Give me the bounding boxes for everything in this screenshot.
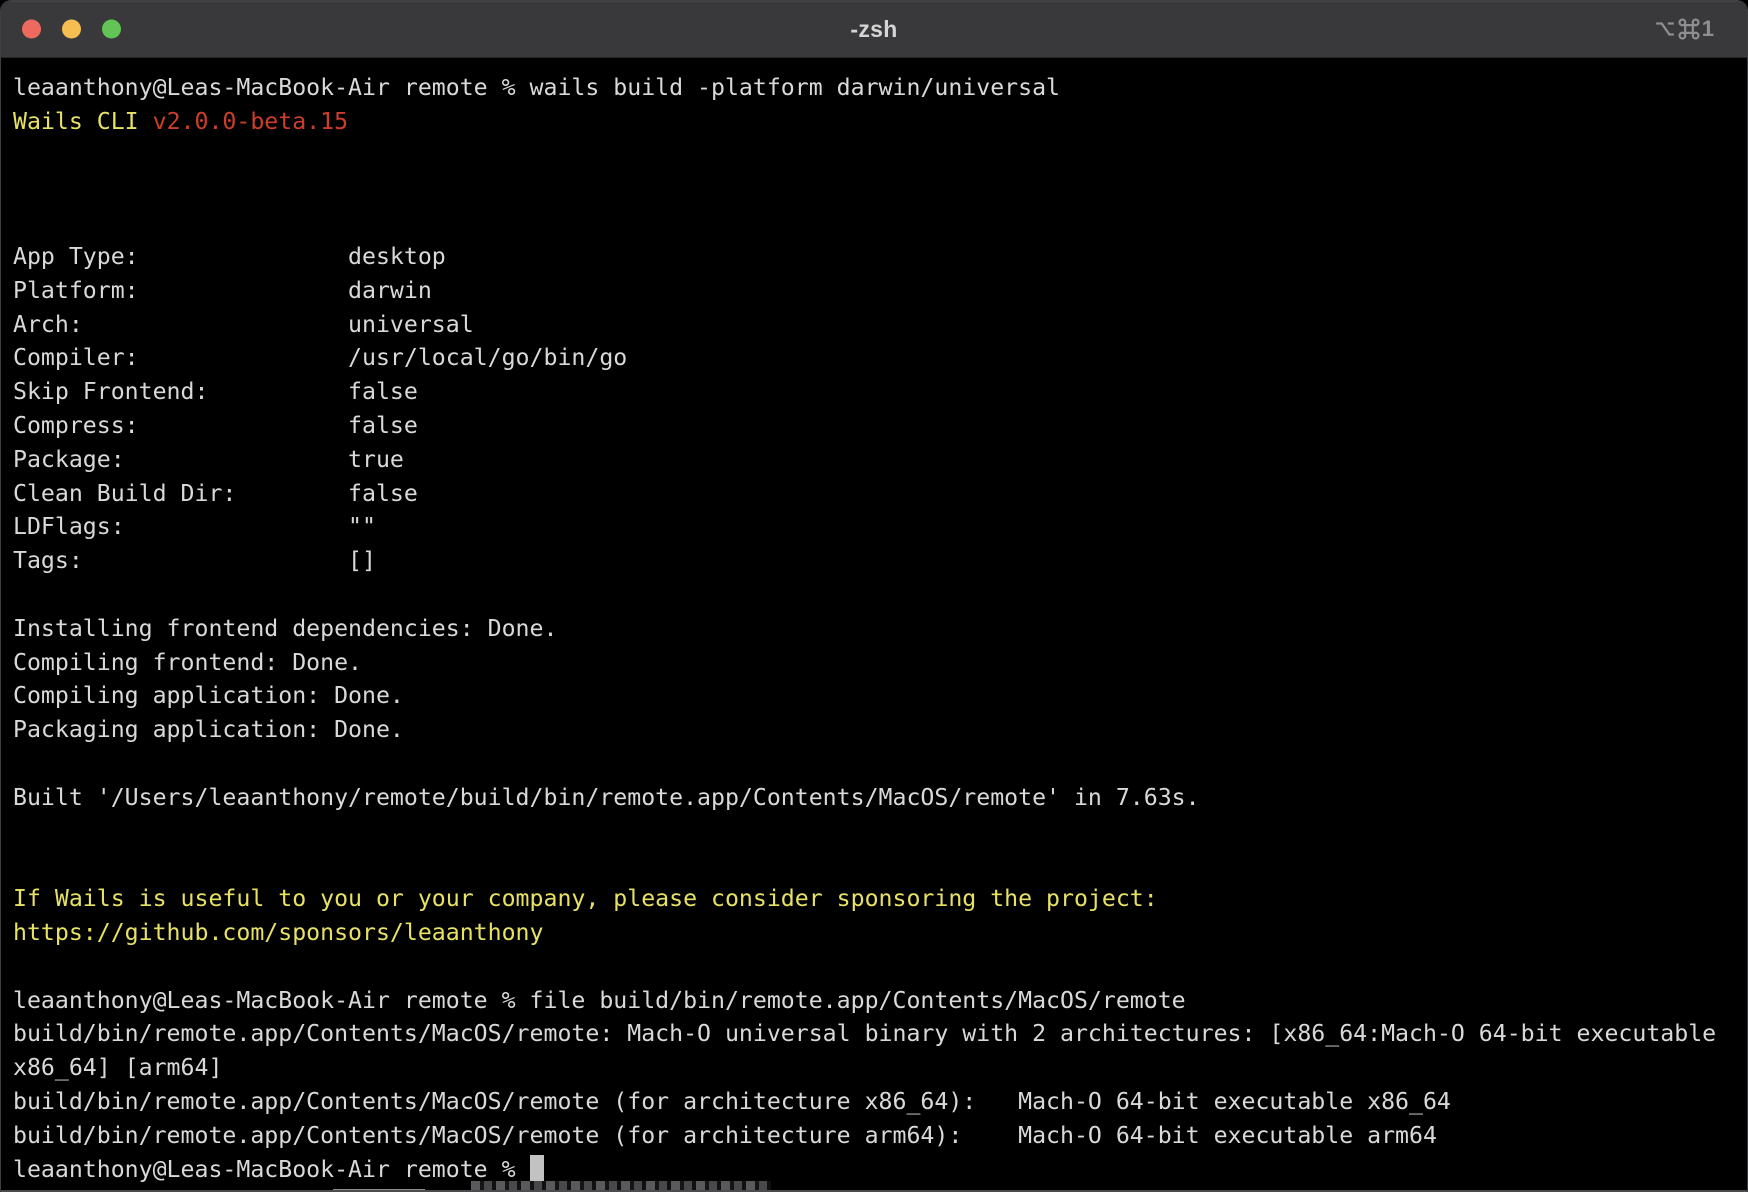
terminal-text: LDFlags: "" [13, 513, 376, 540]
terminal-line: Arch: universal [13, 308, 1747, 342]
terminal-line [13, 139, 1747, 173]
window-title: -zsh [850, 16, 897, 43]
terminal-line: leaanthony@Leas-MacBook-Air remote % wai… [13, 71, 1747, 105]
command-key-icon [1678, 18, 1700, 40]
terminal-line: build/bin/remote.app/Contents/MacOS/remo… [13, 1085, 1747, 1119]
terminal-text: v2.0.0-beta.15 [153, 108, 348, 135]
tab-shortcut-hint: 1 [1654, 16, 1714, 42]
terminal-text: Wails CLI [13, 108, 153, 135]
terminal-line: Skip Frontend: false [13, 375, 1747, 409]
terminal-text: Packaging application: Done. [13, 716, 404, 743]
terminal-cursor [530, 1155, 544, 1182]
terminal-text: leaanthony@Leas-MacBook-Air remote % fil… [13, 987, 1186, 1014]
terminal-line: x86_64] [arm64] [13, 1051, 1747, 1085]
tab-number: 1 [1702, 16, 1714, 42]
terminal-line: build/bin/remote.app/Contents/MacOS/remo… [13, 1017, 1747, 1051]
terminal-text: Compiling application: Done. [13, 682, 404, 709]
terminal-text: Platform: darwin [13, 277, 432, 304]
terminal-line: Tags: [] [13, 544, 1747, 578]
terminal-text: Compiler: /usr/local/go/bin/go [13, 344, 627, 371]
terminal-line: If Wails is useful to you or your compan… [13, 882, 1747, 916]
terminal-text: leaanthony@Leas-MacBook-Air remote % [13, 1156, 530, 1183]
terminal-line: Compiling frontend: Done. [13, 646, 1747, 680]
option-key-icon [1654, 18, 1676, 40]
terminal-line [13, 747, 1747, 781]
terminal-window: -zsh 1 leaanthony@Leas-MacBook-Air remot… [0, 0, 1748, 1192]
terminal-text: Compress: false [13, 412, 418, 439]
minimize-button[interactable] [62, 20, 81, 39]
terminal-text: Tags: [] [13, 547, 376, 574]
terminal-text: If Wails is useful to you or your compan… [13, 885, 1158, 912]
terminal-line: LDFlags: "" [13, 510, 1747, 544]
terminal-line [13, 815, 1747, 849]
terminal-line [13, 206, 1747, 240]
terminal-line [13, 848, 1747, 882]
terminal-line: Installing frontend dependencies: Done. [13, 612, 1747, 646]
terminal-line: Compiling application: Done. [13, 679, 1747, 713]
background-window-artifact [471, 1181, 771, 1190]
terminal-line [13, 578, 1747, 612]
close-button[interactable] [22, 20, 41, 39]
terminal-text: Skip Frontend: false [13, 378, 418, 405]
terminal-text: Installing frontend dependencies: Done. [13, 615, 557, 642]
terminal-output[interactable]: leaanthony@Leas-MacBook-Air remote % wai… [1, 58, 1747, 1186]
terminal-text: App Type: desktop [13, 243, 446, 270]
terminal-text: build/bin/remote.app/Contents/MacOS/remo… [13, 1088, 1451, 1115]
terminal-line: leaanthony@Leas-MacBook-Air remote % fil… [13, 984, 1747, 1018]
terminal-line: https://github.com/sponsors/leaanthony [13, 916, 1747, 950]
terminal-line: Compress: false [13, 409, 1747, 443]
terminal-line: Compiler: /usr/local/go/bin/go [13, 341, 1747, 375]
terminal-line: Clean Build Dir: false [13, 477, 1747, 511]
terminal-text: Package: true [13, 446, 404, 473]
terminal-line: build/bin/remote.app/Contents/MacOS/remo… [13, 1119, 1747, 1153]
terminal-line: Wails CLI v2.0.0-beta.15 [13, 105, 1747, 139]
terminal-text: Built '/Users/leaanthony/remote/build/bi… [13, 784, 1200, 811]
terminal-text: Clean Build Dir: false [13, 480, 418, 507]
terminal-line: leaanthony@Leas-MacBook-Air remote % [13, 1153, 1747, 1187]
terminal-text: Arch: universal [13, 311, 474, 338]
terminal-line [13, 172, 1747, 206]
window-titlebar[interactable]: -zsh 1 [1, 1, 1747, 58]
terminal-line: Platform: darwin [13, 274, 1747, 308]
terminal-text: Compiling frontend: Done. [13, 649, 362, 676]
terminal-text: leaanthony@Leas-MacBook-Air remote % wai… [13, 74, 1060, 101]
terminal-line: Package: true [13, 443, 1747, 477]
terminal-text: build/bin/remote.app/Contents/MacOS/remo… [13, 1122, 1437, 1149]
terminal-line: Packaging application: Done. [13, 713, 1747, 747]
terminal-text: build/bin/remote.app/Contents/MacOS/remo… [13, 1020, 1730, 1047]
terminal-line: App Type: desktop [13, 240, 1747, 274]
terminal-line: Built '/Users/leaanthony/remote/build/bi… [13, 781, 1747, 815]
terminal-text: https://github.com/sponsors/leaanthony [13, 919, 543, 946]
terminal-line [13, 950, 1747, 984]
zoom-button[interactable] [102, 20, 121, 39]
terminal-text: x86_64] [arm64] [13, 1054, 222, 1081]
traffic-lights [22, 20, 121, 39]
